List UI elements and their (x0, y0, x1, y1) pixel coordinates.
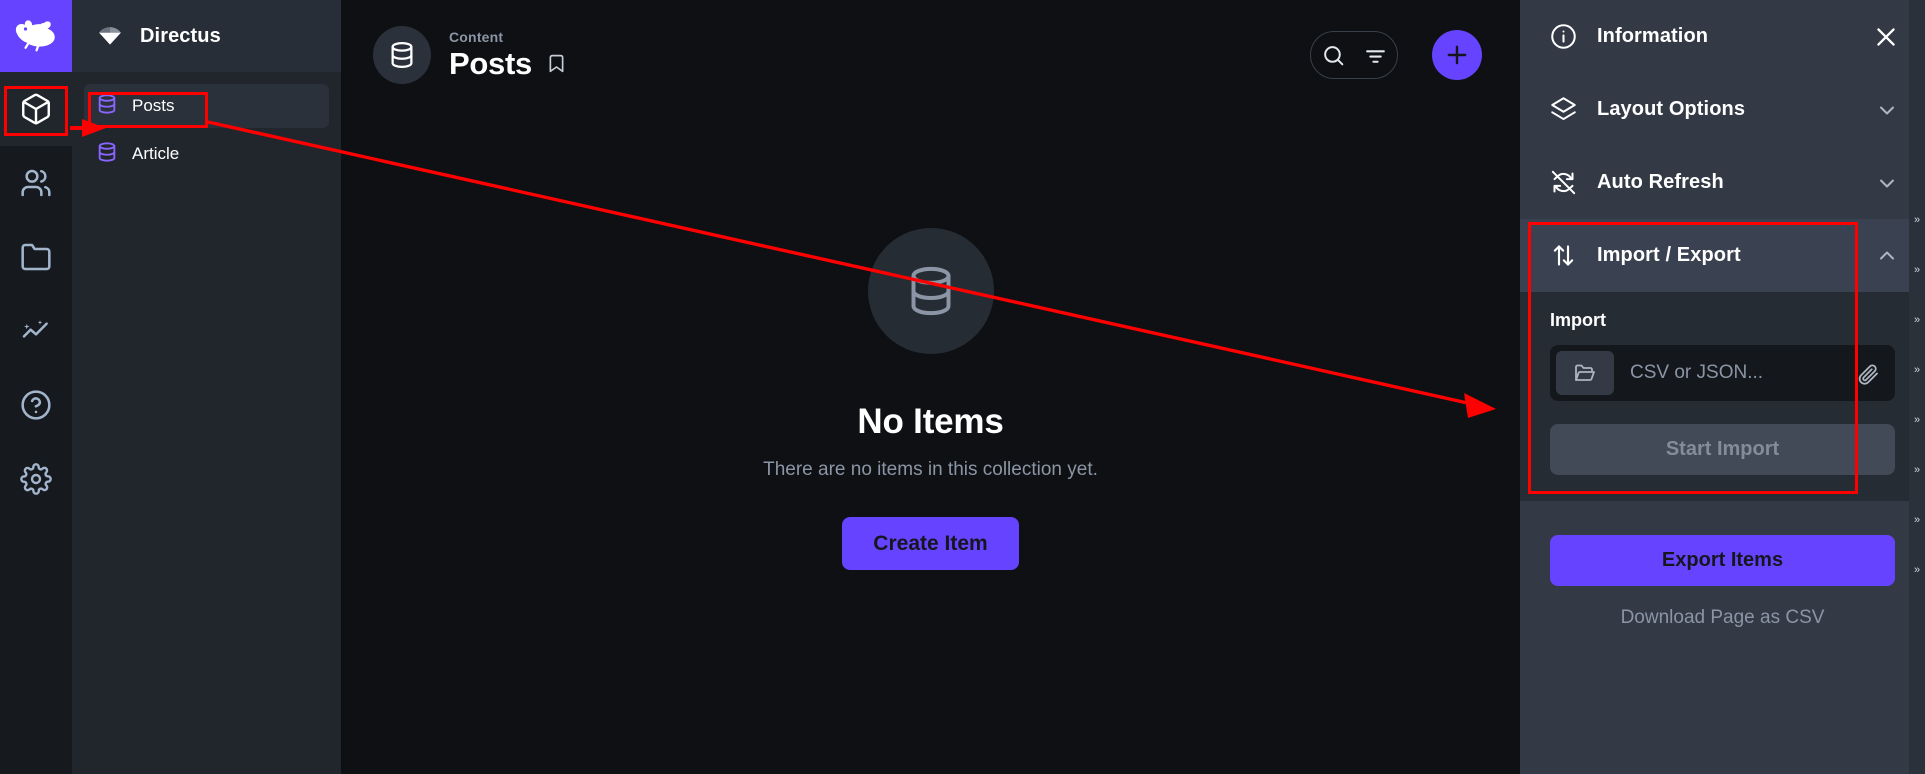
module-item-insights[interactable] (0, 294, 72, 368)
module-bar (0, 0, 72, 774)
drawer-section-auto-refresh[interactable]: Auto Refresh (1520, 146, 1925, 219)
edge-tick-icon: » (1913, 314, 1921, 326)
directus-rabbit-logo-icon (15, 20, 55, 52)
edge-tick-icon: » (1913, 564, 1921, 576)
breadcrumb[interactable]: Content (449, 29, 567, 45)
start-import-button[interactable]: Start Import (1550, 424, 1895, 475)
edge-tick-icon: » (1913, 264, 1921, 276)
import-export-icon (1550, 242, 1577, 269)
box-icon (22, 93, 50, 125)
drawer-resize-edge[interactable]: » » » » » » » » (1909, 0, 1925, 774)
import-section-label: Import (1550, 310, 1606, 330)
directus-wordmark-icon (99, 27, 121, 45)
import-file-field[interactable]: CSV or JSON... (1550, 345, 1895, 401)
edge-tick-icon: » (1913, 214, 1921, 226)
sidebar-item-label: Posts (132, 96, 175, 115)
edge-tick-icon: » (1913, 364, 1921, 376)
filter-icon[interactable] (1357, 35, 1393, 75)
bookmark-icon[interactable] (546, 53, 567, 74)
drawer-section-label: Auto Refresh (1597, 171, 1724, 193)
export-section: Export Items Download Page as CSV (1520, 501, 1925, 629)
import-file-input[interactable]: CSV or JSON... (1614, 362, 1847, 384)
gear-icon (20, 463, 52, 495)
brand-logo[interactable] (0, 0, 72, 72)
main-content: Content Posts No Items There are no item… (341, 0, 1520, 774)
edge-tick-icon: » (1913, 514, 1921, 526)
edge-tick-icon: » (1913, 414, 1921, 426)
people-icon (21, 169, 51, 197)
chevron-up-icon[interactable] (1875, 244, 1899, 268)
sidebar-drawer: Information Layout Options Auto Refresh … (1520, 0, 1925, 774)
search-icon[interactable] (1315, 35, 1351, 75)
collections-sidebar: Directus Posts Article (72, 0, 341, 774)
project-header: Directus (72, 0, 341, 72)
empty-state-title: No Items (857, 402, 1004, 441)
question-circle-icon (21, 390, 51, 420)
import-export-body: Import CSV or JSON... Start Import (1520, 292, 1925, 501)
sidebar-item-posts[interactable]: Posts (84, 84, 329, 128)
database-icon (96, 93, 118, 120)
module-item-user-directory[interactable] (0, 146, 72, 220)
database-icon (96, 141, 118, 168)
chevron-down-icon[interactable] (1875, 98, 1899, 122)
drawer-section-label: Layout Options (1597, 98, 1746, 120)
module-item-settings[interactable] (0, 442, 72, 516)
title-row: Posts (449, 46, 567, 82)
close-icon[interactable] (1873, 24, 1899, 50)
download-page-as-csv-link[interactable]: Download Page as CSV (1550, 607, 1895, 629)
search-filter-group (1310, 31, 1398, 79)
drawer-section-information[interactable]: Information (1520, 0, 1925, 73)
collection-avatar (373, 26, 431, 84)
module-item-docs[interactable] (0, 368, 72, 442)
collections-list: Posts Article (72, 72, 341, 176)
page-header: Content Posts (341, 0, 1520, 110)
folder-icon (21, 243, 51, 271)
drawer-section-layout-options[interactable]: Layout Options (1520, 73, 1925, 146)
sidebar-item-article[interactable]: Article (84, 132, 329, 176)
plus-icon (1447, 45, 1467, 65)
page-title: Posts (449, 45, 532, 81)
project-name: Directus (140, 24, 221, 47)
title-block: Content Posts (449, 29, 567, 82)
directus-app-window: Directus Posts Article Content Posts No … (0, 0, 1925, 774)
trending-up-icon (22, 320, 48, 338)
empty-state: No Items There are no items in this coll… (341, 110, 1520, 774)
add-item-button[interactable] (1432, 30, 1482, 80)
database-icon (911, 266, 950, 316)
paperclip-icon[interactable] (1847, 361, 1889, 385)
refresh-off-icon (1550, 169, 1577, 196)
folder-open-icon[interactable] (1556, 351, 1614, 395)
empty-state-subtitle: There are no items in this collection ye… (763, 459, 1098, 480)
database-icon (391, 42, 413, 68)
layers-icon (1550, 96, 1577, 123)
drawer-section-label: Information (1597, 25, 1709, 47)
drawer-section-import-export[interactable]: Import / Export (1520, 219, 1925, 292)
sidebar-item-label: Article (132, 144, 180, 163)
create-item-button[interactable]: Create Item (842, 517, 1019, 570)
empty-state-avatar (867, 228, 994, 354)
edge-tick-icon: » (1913, 464, 1921, 476)
export-items-button[interactable]: Export Items (1550, 535, 1895, 586)
chevron-down-icon[interactable] (1875, 171, 1899, 195)
module-item-file-library[interactable] (0, 220, 72, 294)
drawer-section-label: Import / Export (1597, 244, 1741, 266)
module-item-content[interactable] (0, 72, 72, 146)
info-circle-icon (1550, 23, 1577, 50)
